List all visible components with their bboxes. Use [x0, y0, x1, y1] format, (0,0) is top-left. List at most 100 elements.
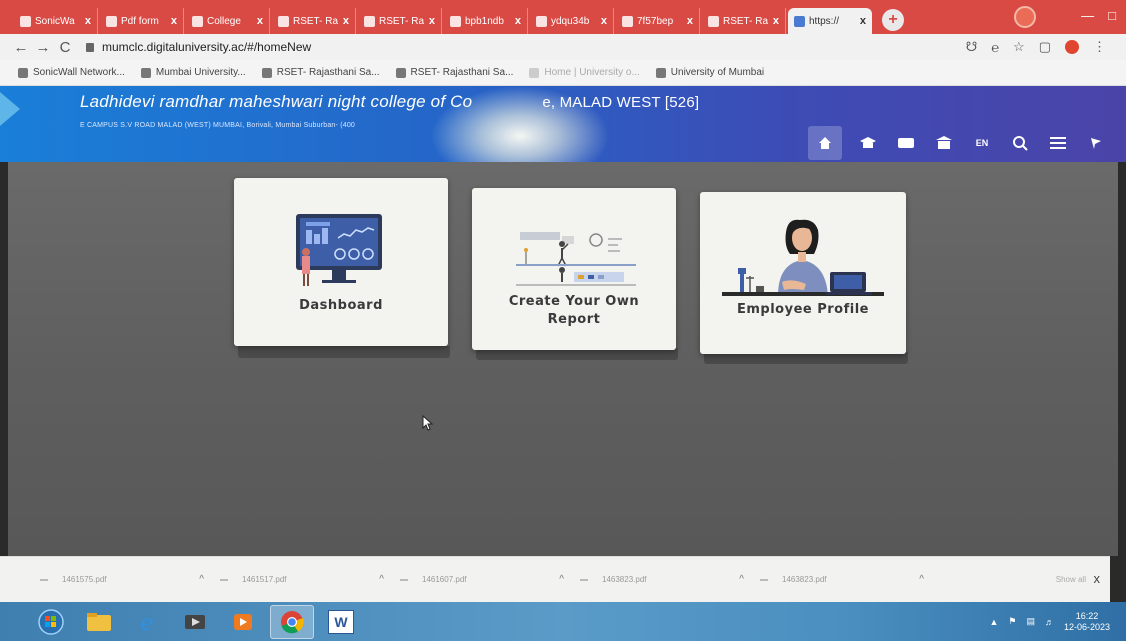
- extension-icon[interactable]: ▢: [1039, 39, 1051, 55]
- clock[interactable]: 16:22 12-06-2023: [1064, 611, 1110, 633]
- bookmark-item[interactable]: Home | University o...: [529, 67, 640, 78]
- internet-explorer-icon[interactable]: e: [126, 606, 168, 638]
- tab-title: 7f57bep: [637, 15, 674, 27]
- new-tab-button[interactable]: +: [882, 9, 904, 31]
- close-downloads-icon[interactable]: x: [1094, 571, 1101, 586]
- bookmark-item[interactable]: RSET- Rajasthani Sa...: [395, 67, 514, 78]
- home-icon[interactable]: [808, 126, 842, 160]
- tab-close-icon[interactable]: x: [85, 15, 91, 27]
- url-field[interactable]: mumclc.digitaluniversity.ac/#/homeNew: [86, 37, 966, 57]
- tray-arrow-icon[interactable]: ▲: [989, 617, 998, 627]
- chevron-up-icon[interactable]: ^: [739, 574, 744, 585]
- tab-close-icon[interactable]: x: [343, 15, 349, 27]
- tab-close-icon[interactable]: x: [171, 15, 177, 27]
- window-controls: — □: [1081, 8, 1116, 23]
- download-item[interactable]: 1463823.pdf ^: [580, 574, 760, 585]
- browser-tab[interactable]: ydqu34b x: [530, 8, 614, 34]
- clock-time: 16:22: [1075, 610, 1099, 621]
- dashboard-card-wrap: Dashboard: [234, 178, 450, 364]
- tab-close-icon[interactable]: x: [687, 15, 693, 27]
- profile-avatar[interactable]: [1014, 6, 1036, 28]
- search-icon[interactable]: [1008, 131, 1032, 155]
- dashboard-card-label: Dashboard: [299, 298, 383, 313]
- volume-icon[interactable]: ♬: [1045, 617, 1054, 627]
- tab-title: https://: [809, 15, 840, 27]
- bookmark-item[interactable]: Mumbai University...: [140, 67, 246, 78]
- browser-tab[interactable]: Pdf form x: [100, 8, 184, 34]
- flag-icon[interactable]: ⚑: [1008, 616, 1016, 627]
- graduation-cap-icon[interactable]: [856, 131, 880, 155]
- tab-title: ydqu34b: [551, 15, 590, 27]
- back-icon[interactable]: ←: [10, 39, 32, 56]
- chevron-up-icon[interactable]: ^: [379, 574, 384, 585]
- browser-tab[interactable]: https:// x: [788, 8, 872, 34]
- create-report-card[interactable]: Create Your Own Report: [472, 188, 676, 350]
- employee-profile-card[interactable]: Employee Profile: [700, 192, 906, 354]
- bookmark-label: SonicWall Network...: [33, 67, 125, 78]
- download-item[interactable]: 1461575.pdf ^: [40, 574, 220, 585]
- dashboard-card[interactable]: Dashboard: [234, 178, 448, 346]
- tab-close-icon[interactable]: x: [601, 15, 607, 27]
- tab-close-icon[interactable]: x: [257, 15, 263, 27]
- tab-close-icon[interactable]: x: [860, 15, 866, 27]
- show-all-downloads-link[interactable]: Show all: [1056, 575, 1086, 584]
- chevron-up-icon[interactable]: ^: [559, 574, 564, 585]
- browser-tab[interactable]: RSET- Ra x: [272, 8, 356, 34]
- word-icon[interactable]: W: [320, 606, 362, 638]
- file-explorer-icon[interactable]: [78, 606, 120, 638]
- side-menu-toggle[interactable]: [0, 92, 20, 126]
- browser-tab[interactable]: RSET- Ra x: [702, 8, 786, 34]
- language-selector[interactable]: EN: [970, 131, 994, 155]
- media-player-icon[interactable]: [222, 606, 264, 638]
- translate-icon[interactable]: ℮: [991, 40, 999, 55]
- bookmarks-bar: SonicWall Network... Mumbai University...…: [0, 60, 1126, 86]
- start-orb-icon[interactable]: [30, 606, 72, 638]
- extension-red-icon[interactable]: [1065, 40, 1079, 54]
- tab-title: bpb1ndb: [465, 15, 504, 27]
- browser-tab[interactable]: College x: [186, 8, 270, 34]
- browser-tab[interactable]: 7f57bep x: [616, 8, 700, 34]
- chrome-icon[interactable]: [270, 604, 314, 639]
- forward-icon[interactable]: →: [32, 39, 54, 56]
- download-item[interactable]: 1461517.pdf ^: [220, 574, 400, 585]
- lock-icon: [86, 42, 94, 52]
- browser-tab[interactable]: SonicWa x: [14, 8, 98, 34]
- main-content: Dashboard Create Your Own Report Employe…: [8, 162, 1118, 556]
- bookmark-item[interactable]: SonicWall Network...: [18, 67, 125, 78]
- chevron-up-icon[interactable]: ^: [919, 574, 924, 585]
- media-icon[interactable]: [174, 606, 216, 638]
- tab-favicon-icon: [192, 15, 203, 27]
- download-filename: 1461575.pdf: [62, 575, 107, 584]
- tab-close-icon[interactable]: x: [515, 15, 521, 27]
- notification-icon[interactable]: [1084, 131, 1108, 155]
- file-icon: [40, 578, 48, 581]
- tab-title: College: [207, 15, 241, 27]
- tab-close-icon[interactable]: x: [773, 15, 779, 27]
- bookmark-label: Home | University o...: [544, 67, 640, 78]
- star-icon[interactable]: ☆: [1013, 39, 1025, 55]
- chevron-up-icon[interactable]: ^: [199, 574, 204, 585]
- key-icon[interactable]: ☋: [966, 39, 978, 55]
- card-icon[interactable]: [894, 131, 918, 155]
- employee-card-wrap: Employee Profile: [700, 192, 910, 370]
- browser-tab[interactable]: bpb1ndb x: [444, 8, 528, 34]
- browser-tab[interactable]: RSET- Ra x: [358, 8, 442, 34]
- kebab-menu-icon[interactable]: ⋮: [1093, 39, 1106, 55]
- download-item[interactable]: 1461607.pdf ^: [400, 574, 580, 585]
- file-icon: [400, 578, 408, 581]
- bookmark-label: Mumbai University...: [155, 67, 246, 78]
- tab-title: SonicWa: [35, 15, 75, 27]
- create-report-label-line2: Report: [547, 312, 601, 327]
- reload-icon[interactable]: C: [54, 39, 76, 56]
- download-item[interactable]: 1463823.pdf ^: [760, 574, 940, 585]
- tab-favicon-icon: [794, 15, 805, 27]
- university-icon[interactable]: [932, 131, 956, 155]
- bookmark-item[interactable]: RSET- Rajasthani Sa...: [261, 67, 380, 78]
- hamburger-menu-icon[interactable]: [1046, 131, 1070, 155]
- minimize-icon[interactable]: —: [1081, 8, 1094, 23]
- maximize-icon[interactable]: □: [1108, 8, 1116, 23]
- bookmark-label: RSET- Rajasthani Sa...: [410, 67, 514, 78]
- bookmark-item[interactable]: University of Mumbai: [655, 67, 764, 78]
- network-icon[interactable]: ▤: [1026, 616, 1035, 627]
- tab-close-icon[interactable]: x: [429, 15, 435, 27]
